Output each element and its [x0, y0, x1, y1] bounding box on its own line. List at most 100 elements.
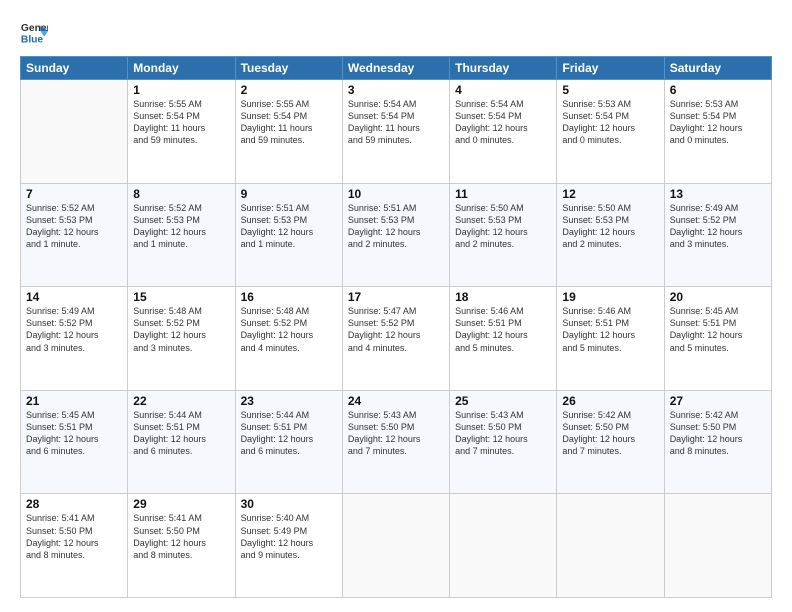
calendar-cell: 16Sunrise: 5:48 AM Sunset: 5:52 PM Dayli…: [235, 287, 342, 391]
calendar-cell: 21Sunrise: 5:45 AM Sunset: 5:51 PM Dayli…: [21, 390, 128, 494]
cell-info: Sunrise: 5:42 AM Sunset: 5:50 PM Dayligh…: [562, 409, 658, 458]
cell-info: Sunrise: 5:45 AM Sunset: 5:51 PM Dayligh…: [26, 409, 122, 458]
calendar-cell: 12Sunrise: 5:50 AM Sunset: 5:53 PM Dayli…: [557, 183, 664, 287]
calendar-cell: 11Sunrise: 5:50 AM Sunset: 5:53 PM Dayli…: [450, 183, 557, 287]
cell-info: Sunrise: 5:44 AM Sunset: 5:51 PM Dayligh…: [133, 409, 229, 458]
cell-info: Sunrise: 5:55 AM Sunset: 5:54 PM Dayligh…: [133, 98, 229, 147]
day-number: 1: [133, 83, 229, 97]
calendar-cell: [450, 494, 557, 598]
cell-info: Sunrise: 5:51 AM Sunset: 5:53 PM Dayligh…: [241, 202, 337, 251]
calendar-cell: 2Sunrise: 5:55 AM Sunset: 5:54 PM Daylig…: [235, 80, 342, 184]
day-number: 5: [562, 83, 658, 97]
cell-info: Sunrise: 5:55 AM Sunset: 5:54 PM Dayligh…: [241, 98, 337, 147]
calendar-week-5: 28Sunrise: 5:41 AM Sunset: 5:50 PM Dayli…: [21, 494, 772, 598]
cell-info: Sunrise: 5:48 AM Sunset: 5:52 PM Dayligh…: [241, 305, 337, 354]
calendar-cell: 19Sunrise: 5:46 AM Sunset: 5:51 PM Dayli…: [557, 287, 664, 391]
cell-info: Sunrise: 5:54 AM Sunset: 5:54 PM Dayligh…: [455, 98, 551, 147]
calendar-week-2: 7Sunrise: 5:52 AM Sunset: 5:53 PM Daylig…: [21, 183, 772, 287]
calendar-cell: 15Sunrise: 5:48 AM Sunset: 5:52 PM Dayli…: [128, 287, 235, 391]
calendar-cell: 6Sunrise: 5:53 AM Sunset: 5:54 PM Daylig…: [664, 80, 771, 184]
day-number: 23: [241, 394, 337, 408]
calendar-cell: 1Sunrise: 5:55 AM Sunset: 5:54 PM Daylig…: [128, 80, 235, 184]
day-number: 6: [670, 83, 766, 97]
cell-info: Sunrise: 5:41 AM Sunset: 5:50 PM Dayligh…: [26, 512, 122, 561]
calendar-week-1: 1Sunrise: 5:55 AM Sunset: 5:54 PM Daylig…: [21, 80, 772, 184]
cell-info: Sunrise: 5:44 AM Sunset: 5:51 PM Dayligh…: [241, 409, 337, 458]
calendar-cell: 10Sunrise: 5:51 AM Sunset: 5:53 PM Dayli…: [342, 183, 449, 287]
cell-info: Sunrise: 5:49 AM Sunset: 5:52 PM Dayligh…: [670, 202, 766, 251]
cell-info: Sunrise: 5:49 AM Sunset: 5:52 PM Dayligh…: [26, 305, 122, 354]
calendar-cell: 27Sunrise: 5:42 AM Sunset: 5:50 PM Dayli…: [664, 390, 771, 494]
day-number: 10: [348, 187, 444, 201]
cell-info: Sunrise: 5:53 AM Sunset: 5:54 PM Dayligh…: [670, 98, 766, 147]
calendar-cell: [664, 494, 771, 598]
calendar-cell: 5Sunrise: 5:53 AM Sunset: 5:54 PM Daylig…: [557, 80, 664, 184]
day-number: 12: [562, 187, 658, 201]
calendar-cell: 14Sunrise: 5:49 AM Sunset: 5:52 PM Dayli…: [21, 287, 128, 391]
calendar-cell: 26Sunrise: 5:42 AM Sunset: 5:50 PM Dayli…: [557, 390, 664, 494]
weekday-header-thursday: Thursday: [450, 57, 557, 80]
cell-info: Sunrise: 5:48 AM Sunset: 5:52 PM Dayligh…: [133, 305, 229, 354]
cell-info: Sunrise: 5:47 AM Sunset: 5:52 PM Dayligh…: [348, 305, 444, 354]
day-number: 27: [670, 394, 766, 408]
calendar-table: SundayMondayTuesdayWednesdayThursdayFrid…: [20, 56, 772, 598]
logo-icon: General Blue: [20, 18, 48, 46]
day-number: 20: [670, 290, 766, 304]
day-number: 14: [26, 290, 122, 304]
weekday-header-tuesday: Tuesday: [235, 57, 342, 80]
cell-info: Sunrise: 5:54 AM Sunset: 5:54 PM Dayligh…: [348, 98, 444, 147]
day-number: 18: [455, 290, 551, 304]
svg-text:Blue: Blue: [21, 34, 44, 45]
weekday-header-monday: Monday: [128, 57, 235, 80]
day-number: 7: [26, 187, 122, 201]
weekday-header-friday: Friday: [557, 57, 664, 80]
cell-info: Sunrise: 5:50 AM Sunset: 5:53 PM Dayligh…: [455, 202, 551, 251]
header: General Blue: [20, 18, 772, 46]
calendar-cell: 28Sunrise: 5:41 AM Sunset: 5:50 PM Dayli…: [21, 494, 128, 598]
cell-info: Sunrise: 5:52 AM Sunset: 5:53 PM Dayligh…: [133, 202, 229, 251]
day-number: 30: [241, 497, 337, 511]
day-number: 9: [241, 187, 337, 201]
calendar-cell: 8Sunrise: 5:52 AM Sunset: 5:53 PM Daylig…: [128, 183, 235, 287]
cell-info: Sunrise: 5:46 AM Sunset: 5:51 PM Dayligh…: [455, 305, 551, 354]
day-number: 21: [26, 394, 122, 408]
calendar-cell: 22Sunrise: 5:44 AM Sunset: 5:51 PM Dayli…: [128, 390, 235, 494]
day-number: 26: [562, 394, 658, 408]
logo: General Blue: [20, 18, 48, 46]
day-number: 3: [348, 83, 444, 97]
day-number: 4: [455, 83, 551, 97]
cell-info: Sunrise: 5:45 AM Sunset: 5:51 PM Dayligh…: [670, 305, 766, 354]
calendar-cell: [342, 494, 449, 598]
day-number: 24: [348, 394, 444, 408]
calendar-cell: [557, 494, 664, 598]
day-number: 11: [455, 187, 551, 201]
day-number: 15: [133, 290, 229, 304]
cell-info: Sunrise: 5:41 AM Sunset: 5:50 PM Dayligh…: [133, 512, 229, 561]
cell-info: Sunrise: 5:53 AM Sunset: 5:54 PM Dayligh…: [562, 98, 658, 147]
weekday-header-wednesday: Wednesday: [342, 57, 449, 80]
day-number: 2: [241, 83, 337, 97]
cell-info: Sunrise: 5:43 AM Sunset: 5:50 PM Dayligh…: [348, 409, 444, 458]
day-number: 25: [455, 394, 551, 408]
day-number: 29: [133, 497, 229, 511]
weekday-header-row: SundayMondayTuesdayWednesdayThursdayFrid…: [21, 57, 772, 80]
day-number: 16: [241, 290, 337, 304]
page: General Blue SundayMondayTuesdayWednesda…: [0, 0, 792, 612]
day-number: 28: [26, 497, 122, 511]
calendar-cell: 13Sunrise: 5:49 AM Sunset: 5:52 PM Dayli…: [664, 183, 771, 287]
calendar-cell: 9Sunrise: 5:51 AM Sunset: 5:53 PM Daylig…: [235, 183, 342, 287]
day-number: 19: [562, 290, 658, 304]
calendar-week-4: 21Sunrise: 5:45 AM Sunset: 5:51 PM Dayli…: [21, 390, 772, 494]
day-number: 22: [133, 394, 229, 408]
cell-info: Sunrise: 5:46 AM Sunset: 5:51 PM Dayligh…: [562, 305, 658, 354]
weekday-header-saturday: Saturday: [664, 57, 771, 80]
cell-info: Sunrise: 5:52 AM Sunset: 5:53 PM Dayligh…: [26, 202, 122, 251]
calendar-cell: 17Sunrise: 5:47 AM Sunset: 5:52 PM Dayli…: [342, 287, 449, 391]
calendar-cell: 30Sunrise: 5:40 AM Sunset: 5:49 PM Dayli…: [235, 494, 342, 598]
calendar-cell: 4Sunrise: 5:54 AM Sunset: 5:54 PM Daylig…: [450, 80, 557, 184]
calendar-week-3: 14Sunrise: 5:49 AM Sunset: 5:52 PM Dayli…: [21, 287, 772, 391]
calendar-cell: 20Sunrise: 5:45 AM Sunset: 5:51 PM Dayli…: [664, 287, 771, 391]
day-number: 17: [348, 290, 444, 304]
day-number: 8: [133, 187, 229, 201]
calendar-cell: 3Sunrise: 5:54 AM Sunset: 5:54 PM Daylig…: [342, 80, 449, 184]
